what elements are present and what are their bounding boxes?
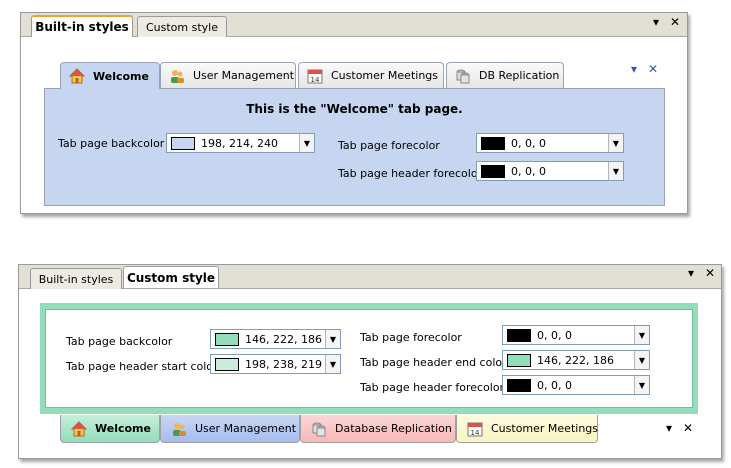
svg-text:14: 14 xyxy=(311,76,320,84)
close-icon[interactable]: ✕ xyxy=(668,15,682,29)
backcolor-picker[interactable]: 198, 214, 240 ▼ xyxy=(166,133,315,153)
tab-label: Database Replication xyxy=(335,422,452,435)
tab-label: DB Replication xyxy=(479,69,560,82)
header-forecolor-label: Tab page header forecolor xyxy=(360,381,505,394)
tab-welcome[interactable]: Welcome xyxy=(60,415,160,443)
users-icon xyxy=(171,421,187,437)
tab-label: Custom style xyxy=(126,270,216,285)
users-icon xyxy=(169,68,185,84)
pin-menu-icon[interactable]: ▾ xyxy=(684,266,698,280)
header-forecolor-picker[interactable]: 0, 0, 0 ▼ xyxy=(476,161,624,181)
calendar-icon: 14 xyxy=(307,68,323,84)
close-icon[interactable]: ✕ xyxy=(703,266,717,280)
close-icon[interactable]: ✕ xyxy=(646,62,660,76)
color-value: 198, 214, 240 xyxy=(201,136,278,150)
tab-label: Customer Meetings xyxy=(491,422,599,435)
color-value: 146, 222, 186 xyxy=(245,332,322,346)
color-swatch xyxy=(481,164,505,178)
forecolor-label: Tab page forecolor xyxy=(360,331,462,344)
tab-label: Welcome xyxy=(93,69,149,83)
color-swatch xyxy=(215,357,239,371)
tab-label: User Management xyxy=(195,422,297,435)
tab-db-replication[interactable]: DB Replication xyxy=(446,62,564,88)
tab-label: Welcome xyxy=(95,422,151,435)
dropdown-arrow-icon[interactable]: ▼ xyxy=(325,330,340,348)
tab-customer-meetings[interactable]: 14 Customer Meetings xyxy=(456,415,598,443)
color-value: 0, 0, 0 xyxy=(537,378,572,392)
color-swatch xyxy=(215,332,239,346)
color-value: 146, 222, 186 xyxy=(537,353,614,367)
backcolor-label: Tab page backcolor xyxy=(58,137,165,150)
dropdown-arrow-icon[interactable]: ▼ xyxy=(634,351,649,369)
tab-user-management[interactable]: User Management xyxy=(160,415,300,443)
tab-label: Customer Meetings xyxy=(331,69,439,82)
tab-label: Built-in styles xyxy=(35,20,129,34)
header-end-color-picker[interactable]: 146, 222, 186 ▼ xyxy=(502,350,650,370)
forecolor-label: Tab page forecolor xyxy=(338,139,440,152)
tab-custom-style[interactable]: Custom style xyxy=(123,266,219,288)
tab-database-replication[interactable]: Database Replication xyxy=(300,415,456,443)
header-end-color-label: Tab page header end color xyxy=(360,356,507,369)
color-swatch xyxy=(507,353,531,367)
dropdown-arrow-icon[interactable]: ▼ xyxy=(608,134,623,152)
backcolor-label: Tab page backcolor xyxy=(66,335,173,348)
header-start-color-picker[interactable]: 198, 238, 219 ▼ xyxy=(210,354,341,374)
home-icon xyxy=(68,68,86,84)
tab-built-in-styles[interactable]: Built-in styles xyxy=(31,15,133,37)
forecolor-picker[interactable]: 0, 0, 0 ▼ xyxy=(476,133,624,153)
color-swatch xyxy=(481,136,505,150)
pin-menu-icon[interactable]: ▾ xyxy=(649,15,663,29)
color-swatch xyxy=(507,378,531,392)
header-start-color-label: Tab page header start color xyxy=(66,360,218,373)
header-forecolor-picker[interactable]: 0, 0, 0 ▼ xyxy=(502,375,650,395)
dropdown-arrow-icon[interactable]: ▼ xyxy=(608,162,623,180)
calendar-icon: 14 xyxy=(467,421,483,437)
dropdown-arrow-icon[interactable]: ▼ xyxy=(325,355,340,373)
forecolor-picker[interactable]: 0, 0, 0 ▼ xyxy=(502,325,650,345)
svg-text:14: 14 xyxy=(471,429,480,437)
tab-label: User Management xyxy=(193,69,295,82)
backcolor-picker[interactable]: 146, 222, 186 ▼ xyxy=(210,329,341,349)
color-value: 0, 0, 0 xyxy=(511,136,546,150)
color-value: 198, 238, 219 xyxy=(245,357,322,371)
dropdown-arrow-icon[interactable]: ▼ xyxy=(634,376,649,394)
tab-user-management[interactable]: User Management xyxy=(160,62,296,88)
page-heading: This is the "Welcome" tab page. xyxy=(246,102,463,116)
pin-menu-icon[interactable]: ▾ xyxy=(662,421,676,435)
color-value: 0, 0, 0 xyxy=(537,328,572,342)
tab-label: Custom style xyxy=(145,20,218,34)
tab-built-in-styles[interactable]: Built-in styles xyxy=(30,268,122,289)
close-icon[interactable]: ✕ xyxy=(681,421,695,435)
color-swatch xyxy=(507,328,531,342)
database-icon xyxy=(455,68,471,84)
color-swatch xyxy=(171,136,195,150)
header-forecolor-label: Tab page header forecolor xyxy=(338,167,483,180)
tab-custom-style[interactable]: Custom style xyxy=(137,16,227,37)
dropdown-arrow-icon[interactable]: ▼ xyxy=(634,326,649,344)
tab-welcome[interactable]: Welcome xyxy=(60,62,160,89)
dropdown-arrow-icon[interactable]: ▼ xyxy=(299,134,314,152)
tab-label: Built-in styles xyxy=(38,272,114,286)
pin-menu-icon[interactable]: ▾ xyxy=(627,62,641,76)
tab-customer-meetings[interactable]: 14 Customer Meetings xyxy=(298,62,444,88)
home-icon xyxy=(70,420,88,437)
database-icon xyxy=(311,421,327,437)
color-value: 0, 0, 0 xyxy=(511,164,546,178)
